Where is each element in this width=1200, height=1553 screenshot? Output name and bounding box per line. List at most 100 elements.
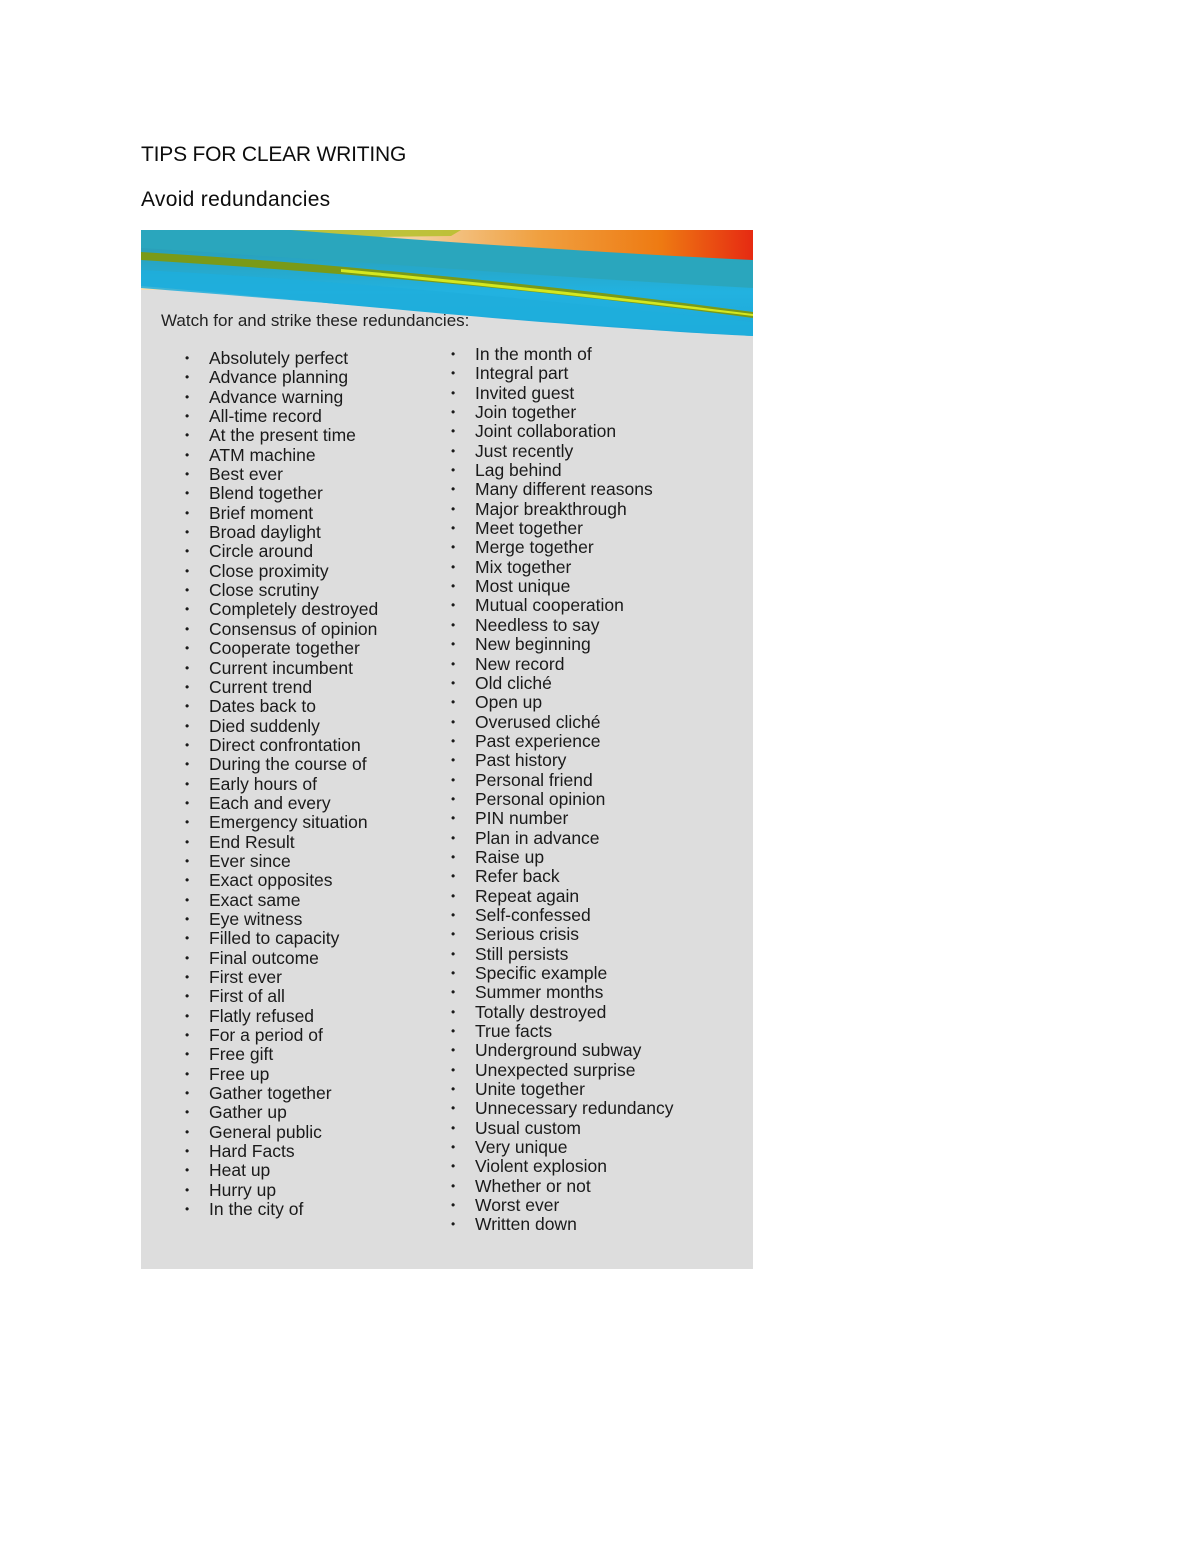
- list-item: • Needless to say: [451, 615, 673, 635]
- list-item: • Hurry up: [185, 1179, 378, 1200]
- bullet-icon: •: [451, 366, 456, 381]
- list-item: • Underground subway: [451, 1041, 673, 1060]
- list-item: • Best ever: [185, 464, 378, 484]
- bullet-icon: •: [451, 849, 456, 864]
- bullet-icon: •: [185, 1086, 190, 1101]
- bullet-icon: •: [451, 1082, 456, 1097]
- list-item-text: All-time record: [209, 406, 322, 427]
- list-item-text: For a period of: [209, 1025, 323, 1046]
- list-item-text: Dates back to: [209, 696, 316, 717]
- list-item-text: Circle around: [209, 541, 314, 562]
- list-item: • Old cliché: [451, 672, 673, 693]
- list-item-text: PIN number: [475, 808, 569, 829]
- list-item: • Gather together: [185, 1083, 378, 1103]
- bullet-icon: •: [185, 853, 190, 868]
- list-item: • Very unique: [451, 1137, 673, 1157]
- list-item: • Died suddenly: [185, 716, 378, 736]
- list-item-text: Still persists: [475, 943, 569, 964]
- redundancies-figure: Watch for and strike these redundancies:…: [141, 230, 753, 1269]
- bullet-icon: •: [451, 888, 456, 903]
- list-item-text: Major breakthrough: [475, 498, 627, 519]
- list-item: • ATM machine: [185, 445, 378, 465]
- list-item-text: Invited guest: [475, 382, 575, 403]
- list-item: • Completely destroyed: [185, 600, 378, 619]
- bullet-icon: •: [185, 563, 190, 578]
- bullet-icon: •: [185, 1008, 190, 1023]
- bullet-icon: •: [185, 970, 190, 984]
- bullet-icon: •: [451, 1004, 456, 1019]
- bullet-icon: •: [185, 815, 190, 830]
- bullet-icon: •: [451, 1101, 456, 1116]
- list-item-text: Totally destroyed: [475, 1001, 607, 1022]
- list-item-text: Many different reasons: [475, 479, 653, 500]
- list-item-text: Hurry up: [209, 1179, 277, 1200]
- bullet-icon: •: [185, 911, 190, 926]
- list-item: • Most unique: [451, 576, 673, 597]
- bullet-icon: •: [185, 1144, 190, 1159]
- bullet-icon: •: [451, 1198, 456, 1213]
- list-item-text: Repeat again: [475, 885, 580, 906]
- list-item-text: Free gift: [209, 1044, 274, 1065]
- list-item: • Past experience: [451, 730, 673, 751]
- list-item-text: Most unique: [475, 576, 571, 597]
- list-item-text: Violent explosion: [475, 1156, 607, 1177]
- bullet-icon: •: [185, 660, 190, 675]
- list-item-text: Underground subway: [475, 1040, 642, 1061]
- bullet-icon: •: [185, 718, 190, 733]
- bullet-icon: •: [451, 714, 456, 729]
- list-item: • Whether or not: [451, 1176, 673, 1196]
- list-item: • Raise up: [451, 847, 673, 867]
- bullet-icon: •: [451, 656, 456, 671]
- list-item-text: At the present time: [209, 425, 356, 446]
- list-item-text: Advance planning: [209, 367, 349, 388]
- list-item: • Self-confessed: [451, 904, 673, 925]
- list-item-text: Join together: [475, 402, 577, 423]
- list-item: • Exact same: [185, 889, 378, 910]
- list-item-text: Written down: [475, 1214, 577, 1235]
- list-item: • Emergency situation: [185, 813, 378, 832]
- bullet-icon: •: [451, 443, 456, 458]
- list-item-text: During the course of: [209, 754, 367, 775]
- list-item-text: Broad daylight: [209, 522, 321, 543]
- bullet-icon: •: [451, 1217, 456, 1232]
- list-item-text: Integral part: [475, 363, 569, 384]
- bullet-icon: •: [451, 985, 456, 1000]
- bullet-icon: •: [451, 1062, 456, 1077]
- bullet-icon: •: [451, 695, 456, 710]
- list-item: • Early hours of: [185, 774, 378, 794]
- list-item-text: Unnecessary redundancy: [475, 1098, 674, 1119]
- list-item-text: Unite together: [475, 1079, 585, 1100]
- list-item-text: Exact same: [209, 889, 301, 910]
- bullet-icon: •: [451, 733, 456, 748]
- list-item: • Consensus of opinion: [185, 619, 378, 639]
- bullet-icon: •: [451, 753, 456, 768]
- bullet-icon: •: [185, 989, 190, 1004]
- bullet-icon: •: [185, 1105, 190, 1120]
- bullet-icon: •: [185, 486, 190, 501]
- list-item: • Worst ever: [451, 1195, 673, 1215]
- list-item-text: Joint collaboration: [475, 421, 617, 442]
- bullet-icon: •: [185, 757, 190, 772]
- list-item-text: Old cliché: [475, 672, 552, 693]
- list-item-text: Serious crisis: [475, 924, 580, 945]
- bullet-icon: •: [451, 946, 456, 961]
- list-item: • Advance planning: [185, 368, 378, 387]
- bullet-icon: •: [185, 370, 190, 385]
- list-item-text: Final outcome: [209, 947, 319, 968]
- list-item-text: Ever since: [209, 850, 291, 871]
- list-item-text: Past experience: [475, 730, 601, 751]
- list-item: • Invited guest: [451, 382, 673, 403]
- list-item: • Current incumbent: [185, 658, 378, 678]
- list-item-text: Overused cliché: [475, 711, 601, 732]
- list-item-text: Self-confessed: [475, 904, 591, 925]
- list-item-text: True facts: [475, 1021, 553, 1042]
- bullet-icon: •: [185, 873, 190, 888]
- list-item: • New beginning: [451, 634, 673, 655]
- bullet-icon: •: [185, 950, 190, 965]
- list-item: • In the month of: [451, 344, 673, 364]
- list-item: • In the city of: [185, 1199, 378, 1219]
- list-item: • Close scrutiny: [185, 580, 378, 600]
- list-item-text: Heat up: [209, 1160, 271, 1181]
- list-item-text: Flatly refused: [209, 1005, 315, 1026]
- list-item-text: New beginning: [475, 634, 591, 655]
